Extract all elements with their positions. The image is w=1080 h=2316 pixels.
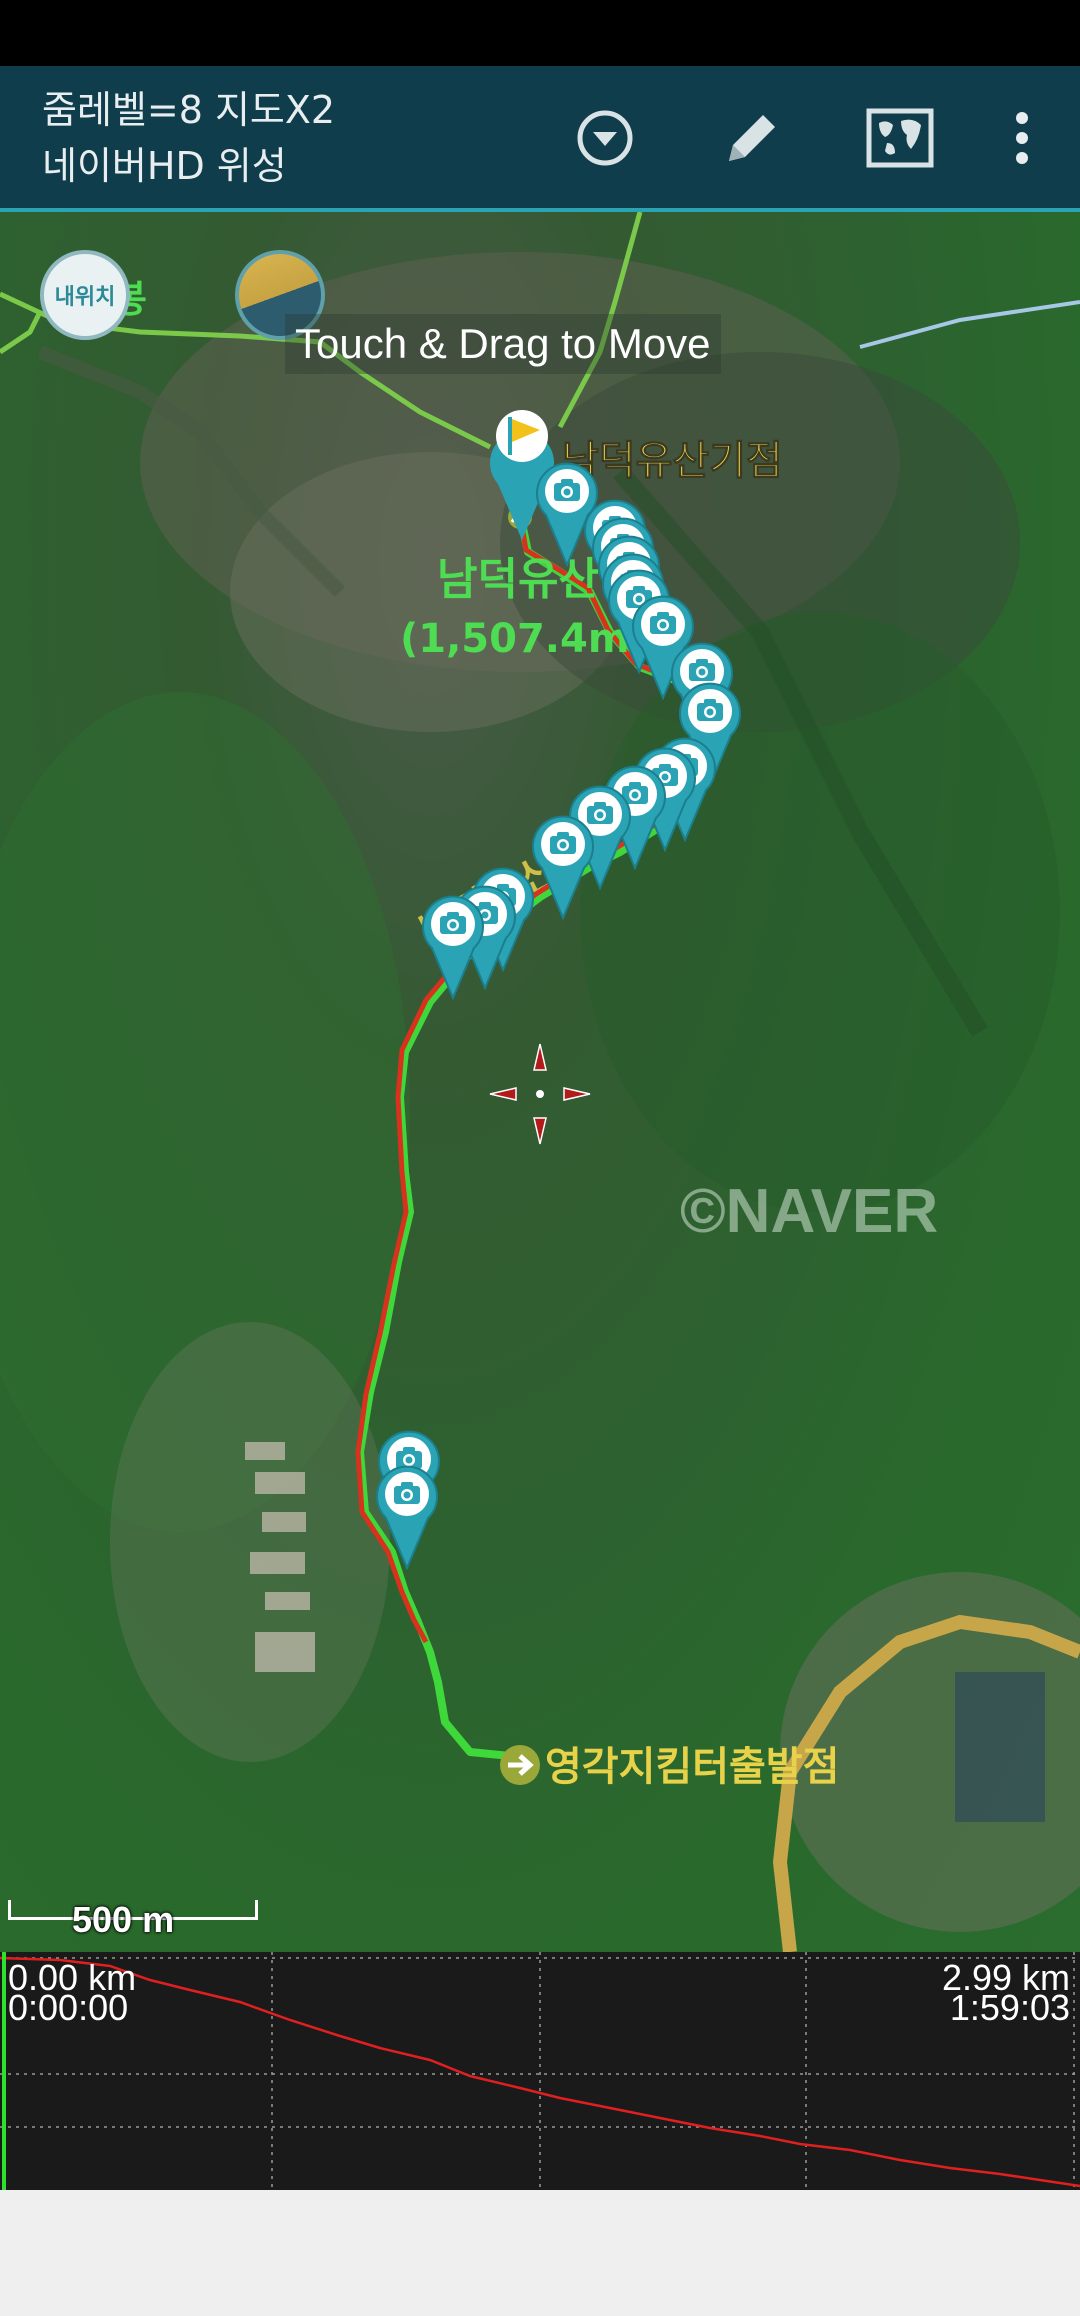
- zoom-level-title: 줌레벨=8 지도X2: [42, 88, 336, 132]
- elevation-profile-chart: [0, 1952, 1080, 2190]
- app-bar: 줌레벨=8 지도X2 네이버HD 위성: [0, 66, 1080, 212]
- trail-start-marker: [500, 1745, 540, 1785]
- satellite-map-canvas: 남덕유산 영각 남덕유산기점 남덕유산 (1,507.4m 영각지킴터출발점 봉…: [0, 212, 1080, 1952]
- buildings: [245, 1442, 315, 1672]
- dropdown-button[interactable]: [565, 98, 645, 178]
- crosshair-icon: [489, 1043, 591, 1145]
- status-bar: [0, 0, 1080, 66]
- more-options-button[interactable]: [982, 98, 1062, 178]
- solar-field: [955, 1672, 1045, 1822]
- map-view[interactable]: 남덕유산 영각 남덕유산기점 남덕유산 (1,507.4m 영각지킴터출발점 봉…: [0, 212, 1080, 1952]
- more-vertical-icon: [1016, 112, 1028, 164]
- pencil-icon: [729, 115, 775, 161]
- chevron-down-circle-icon: [577, 110, 633, 166]
- trail-start-label: 영각지킴터출발점: [545, 1744, 839, 1790]
- edit-button[interactable]: [712, 98, 792, 178]
- profile-grid: [0, 1952, 1080, 2190]
- navigation-bar-area: [0, 2190, 1080, 2316]
- map-source-title: 네이버HD 위성: [42, 144, 287, 188]
- naver-watermark: ©NAVER: [680, 1177, 938, 1246]
- my-location-label: 내위치: [54, 285, 116, 310]
- start-time-label: 0:00:00: [8, 1987, 129, 2028]
- peak-elevation-label: (1,507.4m: [400, 616, 630, 662]
- end-time-label: 1:59:03: [949, 1987, 1070, 2028]
- my-location-button[interactable]: 내위치: [40, 250, 130, 340]
- scale-label: 500 m: [72, 1899, 175, 1940]
- world-map-icon: [866, 108, 934, 168]
- elevation-profile-panel[interactable]: 0.00 km 0:00:00 2.99 km 1:59:03: [0, 1952, 1080, 2190]
- peak-name-label: 남덕유산: [437, 554, 599, 605]
- drag-hint-toast: Touch & Drag to Move: [285, 314, 721, 374]
- photo-marker-icon[interactable]: [422, 895, 484, 999]
- summit-start-label: 남덕유산기점: [562, 438, 783, 484]
- map-button[interactable]: [860, 98, 940, 178]
